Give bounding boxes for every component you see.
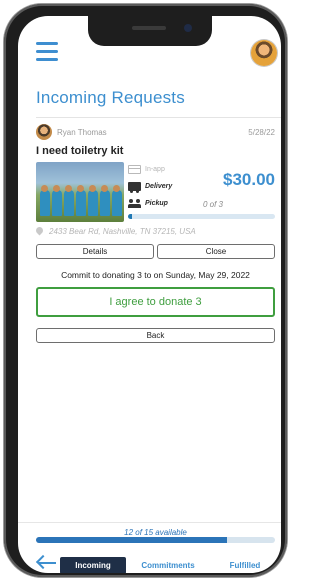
method-delivery-label: Delivery — [145, 183, 173, 190]
back-button[interactable]: Back — [36, 328, 275, 343]
donation-progress-fill — [128, 214, 133, 219]
credit-card-icon — [128, 165, 141, 174]
request-date: 5/28/22 — [248, 128, 275, 137]
tab-commitments[interactable]: Commitments — [136, 557, 200, 573]
back-arrow-icon[interactable] — [35, 554, 56, 572]
page-title: Incoming Requests — [36, 88, 185, 107]
tab-incoming[interactable]: Incoming — [60, 557, 126, 573]
address-text: 2433 Bear Rd, Nashville, TN 37215, USA — [49, 227, 196, 236]
method-in-app-label: In-app — [145, 166, 165, 173]
donation-progress-bar — [128, 214, 275, 219]
donation-progress-count: 0 of 3 — [202, 200, 223, 209]
pickup-people-icon — [128, 199, 141, 208]
request-title: I need toiletry kit — [36, 145, 124, 157]
commit-message: Commit to donating 3 to on Sunday, May 2… — [61, 270, 250, 280]
hamburger-menu-icon[interactable] — [36, 42, 58, 62]
speaker-grille — [132, 26, 166, 30]
front-camera-icon — [184, 24, 192, 32]
details-button[interactable]: Details — [36, 244, 154, 259]
author-avatar — [36, 124, 52, 140]
user-avatar-icon[interactable] — [251, 40, 277, 66]
close-button[interactable]: Close — [157, 244, 275, 259]
author-name: Ryan Thomas — [57, 127, 107, 137]
location-pin-icon — [36, 227, 43, 236]
agree-donate-button[interactable]: I agree to donate 3 — [36, 287, 275, 317]
method-delivery: Delivery — [128, 182, 173, 193]
footer-divider — [18, 522, 281, 523]
request-photo — [36, 162, 124, 222]
availability-fill — [36, 537, 228, 543]
method-in-app: In-app — [128, 165, 165, 174]
phone-frame: Incoming Requests Ryan Thomas 5/28/22 I … — [4, 4, 287, 577]
availability-text: 12 of 15 available — [124, 528, 187, 537]
app-screen: Incoming Requests Ryan Thomas 5/28/22 I … — [18, 16, 281, 573]
title-divider — [36, 117, 281, 118]
delivery-truck-icon — [128, 182, 141, 193]
phone-notch — [88, 16, 212, 46]
availability-bar — [36, 537, 275, 543]
method-pickup-label: Pickup — [145, 200, 168, 207]
request-address: 2433 Bear Rd, Nashville, TN 37215, USA — [36, 227, 196, 236]
tab-fulfilled[interactable]: Fulfilled — [218, 557, 272, 573]
request-price: $30.00 — [223, 170, 275, 189]
request-author: Ryan Thomas — [36, 123, 107, 141]
method-pickup: Pickup — [128, 199, 168, 208]
